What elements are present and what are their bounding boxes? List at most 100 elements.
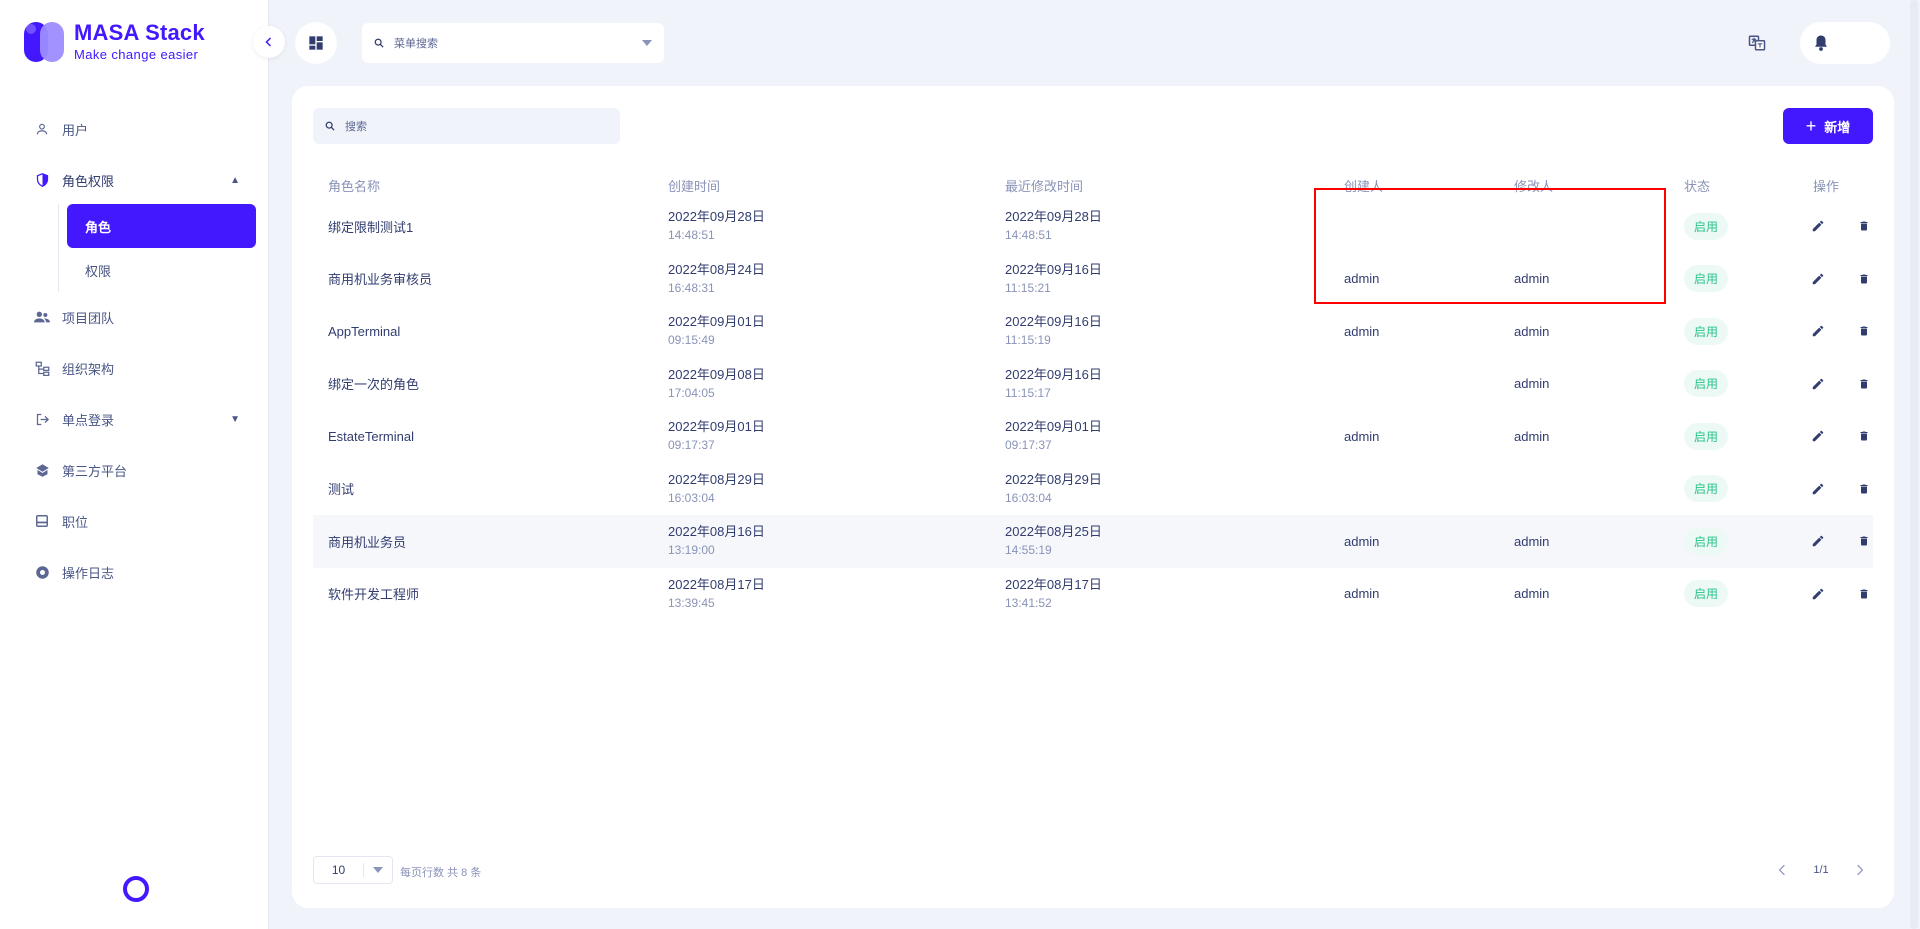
position-icon (34, 513, 50, 529)
pagination-info: 每页行数 共 8 条 (400, 864, 481, 880)
created-date: 2022年09月08日 (668, 366, 765, 382)
sidebar-nav: 用户 角色权限 ▲ 角色 权限 项目团队 组织架构 单点登录 ▼ 第三方平台 职… (20, 108, 256, 602)
edit-button[interactable] (1809, 217, 1827, 235)
search-input[interactable]: 搜索 (313, 108, 620, 144)
add-role-button[interactable]: + 新增 (1783, 108, 1873, 144)
apps-grid-button[interactable] (295, 22, 337, 64)
edit-button[interactable] (1809, 532, 1827, 550)
sidebar-item-sso[interactable]: 单点登录 ▼ (20, 398, 252, 440)
delete-button[interactable] (1855, 427, 1873, 445)
sidebar-item-role-permissions[interactable]: 角色权限 ▲ (20, 159, 252, 201)
delete-button[interactable] (1855, 217, 1873, 235)
sidebar-item-permissions[interactable]: 权限 (67, 248, 252, 292)
pencil-icon (1812, 535, 1824, 547)
trash-icon (1860, 536, 1868, 546)
prev-page-button[interactable] (1768, 856, 1796, 884)
pencil-icon (1812, 378, 1824, 389)
sidebar-item-operation-log[interactable]: 操作日志 (20, 551, 252, 593)
delete-button[interactable] (1855, 322, 1873, 340)
edit-button[interactable] (1809, 427, 1827, 445)
modified-date: 2022年09月28日 (1005, 209, 1102, 225)
sidebar: MASA Stack Make change easier 用户 角色权限 ▲ … (0, 0, 269, 929)
column-header-modified[interactable]: 最近修改时间 (1005, 170, 1344, 200)
actions-cell (1779, 358, 1873, 411)
trash-icon (1860, 274, 1868, 284)
modified-time-cell: 2022年09月16日 11:15:19 (1005, 305, 1344, 358)
table-row[interactable]: 绑定一次的角色 2022年09月08日 17:04:05 2022年09月16日 11:… (313, 358, 1873, 411)
collapse-sidebar-button[interactable] (253, 26, 285, 58)
table-row[interactable]: 测试 2022年08月29日 16:03:04 2022年08月29日 16:03:04… (313, 463, 1873, 516)
sidebar-item-label: 项目团队 (62, 310, 115, 326)
created-time: 14:48:51 (668, 228, 715, 243)
delete-button[interactable] (1855, 270, 1873, 288)
edit-button[interactable] (1809, 585, 1827, 603)
role-name: 测试 (328, 482, 355, 498)
modified-time: 14:55:19 (1005, 543, 1052, 558)
chevron-up-icon: ▲ (230, 174, 240, 186)
sidebar-item-label: 单点登录 (62, 412, 115, 428)
sidebar-item-project-team[interactable]: 项目团队 (20, 296, 252, 338)
menu-search-input[interactable]: 菜单搜索 (362, 23, 664, 63)
pagination-nav: 1/1 (1768, 856, 1874, 884)
delete-button[interactable] (1855, 585, 1873, 603)
delete-button[interactable] (1855, 532, 1873, 550)
created-date: 2022年09月01日 (668, 314, 765, 330)
sidebar-item-roles[interactable]: 角色 (67, 204, 256, 248)
table-row[interactable]: 商用机业务员 2022年08月16日 13:19:00 2022年08月25日 14:5… (313, 515, 1873, 568)
modified-date: 2022年09月16日 (1005, 314, 1102, 330)
delete-button[interactable] (1855, 480, 1873, 498)
chevron-left-icon (265, 37, 272, 47)
status-cell: 启用 (1684, 358, 1779, 411)
edit-button[interactable] (1809, 480, 1827, 498)
column-header-status[interactable]: 状态 (1684, 170, 1779, 200)
trash-icon (1860, 589, 1868, 599)
table-row[interactable]: EstateTerminal 2022年09月01日 09:17:37 2022年09… (313, 410, 1873, 463)
page-size-value: 10 (314, 863, 364, 877)
status-badge: 启用 (1684, 317, 1729, 345)
brand-logo[interactable]: MASA Stack Make change easier (24, 22, 205, 62)
column-header-name[interactable]: 角色名称 (313, 170, 668, 200)
edit-button[interactable] (1809, 375, 1827, 393)
delete-button[interactable] (1855, 375, 1873, 393)
status-badge: 启用 (1684, 212, 1729, 240)
page-size-select[interactable]: 10 (313, 856, 393, 884)
language-switch-button[interactable] (1746, 32, 1768, 54)
edit-button[interactable] (1809, 270, 1827, 288)
role-name: EstateTerminal (328, 428, 414, 444)
sidebar-item-third-party[interactable]: 第三方平台 (20, 449, 252, 491)
created-time: 13:39:45 (668, 595, 715, 610)
modified-time-cell: 2022年09月16日 11:15:17 (1005, 358, 1344, 411)
brand-title: MASA Stack (74, 20, 205, 45)
sidebar-item-users[interactable]: 用户 (20, 108, 252, 150)
created-time-cell: 2022年09月01日 09:15:49 (668, 305, 1005, 358)
notification-button[interactable] (1800, 22, 1890, 64)
actions-cell (1779, 463, 1873, 516)
role-name-cell: EstateTerminal (313, 410, 668, 463)
status-cell: 启用 (1684, 253, 1779, 306)
table-row[interactable]: 软件开发工程师 2022年08月17日 13:39:45 2022年08月17日 13:… (313, 568, 1873, 621)
pencil-icon (1812, 325, 1824, 337)
next-page-button[interactable] (1846, 856, 1874, 884)
created-time: 09:15:49 (668, 333, 715, 348)
role-name: AppTerminal (328, 323, 401, 339)
rows-per-page-label: 每页行数 (400, 867, 444, 879)
modifier-cell: admin (1514, 515, 1684, 568)
column-header-created[interactable]: 创建时间 (668, 170, 1005, 200)
trash-icon (1860, 379, 1868, 389)
platform-icon (34, 462, 50, 478)
sidebar-item-positions[interactable]: 职位 (20, 500, 252, 542)
creator-cell: admin (1344, 428, 1380, 444)
search-icon (325, 121, 335, 131)
pencil-icon (1812, 273, 1824, 284)
chevron-left-icon (1778, 864, 1785, 876)
actions-cell (1779, 515, 1873, 568)
bell-icon (1815, 35, 1827, 51)
page-scrollbar[interactable] (1910, 0, 1918, 929)
edit-button[interactable] (1809, 322, 1827, 340)
role-name: 商用机业务员 (328, 534, 407, 550)
table-row[interactable]: AppTerminal 2022年09月01日 09:15:49 2022年09月16… (313, 305, 1873, 358)
creator-cell: admin (1344, 586, 1380, 602)
page-indicator: 1/1 (1813, 864, 1829, 876)
sidebar-item-org-structure[interactable]: 组织架构 (20, 347, 252, 389)
dropdown-arrow-icon (642, 40, 652, 46)
